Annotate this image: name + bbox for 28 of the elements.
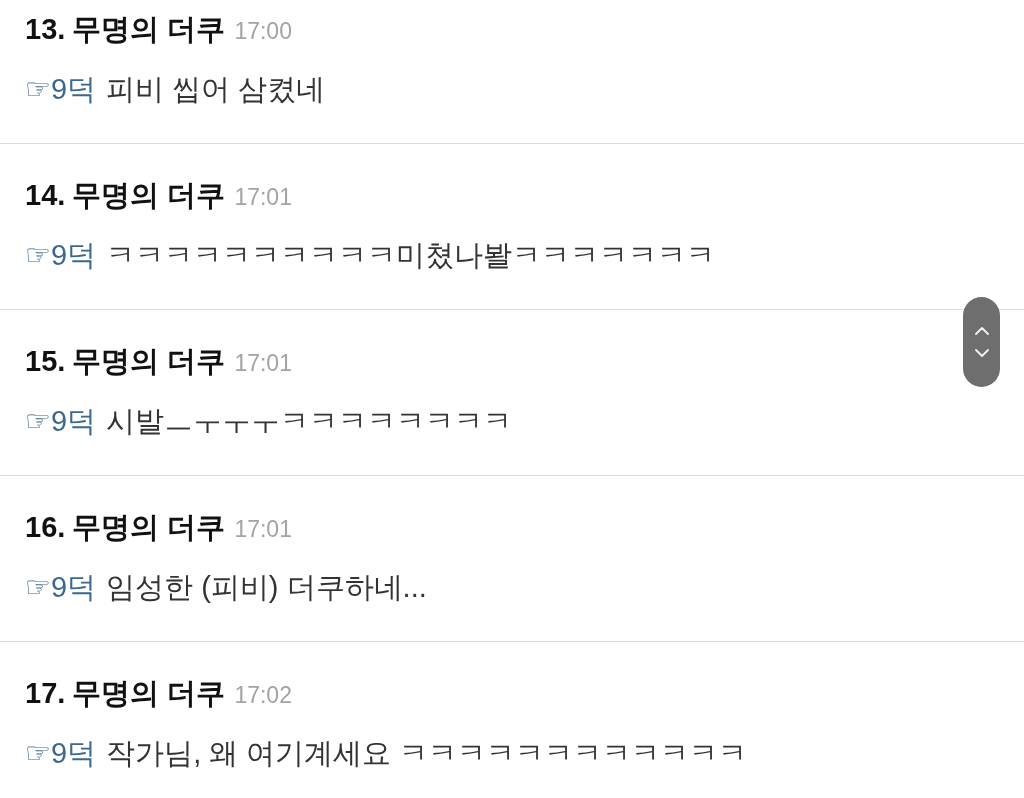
comment-time: 17:02 — [234, 681, 292, 710]
author-name: 무명의 더쿠 — [72, 676, 226, 711]
comment-number: 16. — [25, 510, 66, 545]
comment-time: 17:01 — [234, 183, 292, 212]
reply-link[interactable]: ☞9덕 — [25, 73, 97, 105]
reply-link[interactable]: ☞9덕 — [25, 239, 97, 271]
comment-number: 14. — [25, 178, 66, 213]
reply-link[interactable]: ☞9덕 — [25, 737, 97, 769]
scroll-control[interactable] — [963, 297, 1000, 387]
comment-time: 17:01 — [234, 349, 292, 378]
comment-time: 17:01 — [234, 515, 292, 544]
author-name: 무명의 더쿠 — [72, 510, 226, 545]
reply-link[interactable]: ☞9덕 — [25, 405, 97, 437]
chevron-down-icon[interactable] — [974, 349, 989, 357]
chevron-up-icon[interactable] — [974, 327, 989, 335]
comment-time: 17:00 — [234, 17, 292, 46]
comment-number: 17. — [25, 676, 66, 711]
comment-number: 13. — [25, 12, 66, 47]
reply-link[interactable]: ☞9덕 — [25, 571, 97, 603]
author-name: 무명의 더쿠 — [72, 178, 226, 213]
comment-number: 15. — [25, 344, 66, 379]
comment-text: ☞9덕 피비 씹어 삼켰네 — [25, 72, 327, 107]
comment-text: ☞9덕 작가님, 왜 여기계세요 ㅋㅋㅋㅋㅋㅋㅋㅋㅋㅋㅋㅋ — [25, 736, 749, 771]
comment-text: ☞9덕 임성한 (피비) 더쿠하네... — [25, 570, 428, 605]
author-name: 무명의 더쿠 — [72, 344, 226, 379]
author-name: 무명의 더쿠 — [72, 12, 226, 47]
comment-text: ☞9덕 시발ㅡㅜㅜㅜㅋㅋㅋㅋㅋㅋㅋㅋ — [25, 404, 514, 439]
comment-text: ☞9덕 ㅋㅋㅋㅋㅋㅋㅋㅋㅋㅋ미쳤나봘ㅋㅋㅋㅋㅋㅋㅋ — [25, 238, 717, 273]
